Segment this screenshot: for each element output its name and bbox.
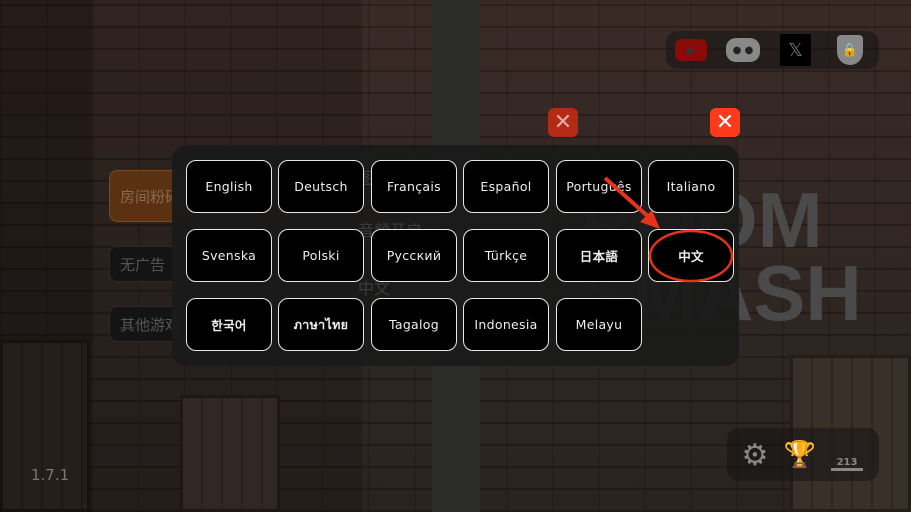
annotation-arrow — [603, 176, 654, 222]
annotation-circle — [648, 229, 734, 283]
annotation-overlay — [603, 176, 734, 283]
